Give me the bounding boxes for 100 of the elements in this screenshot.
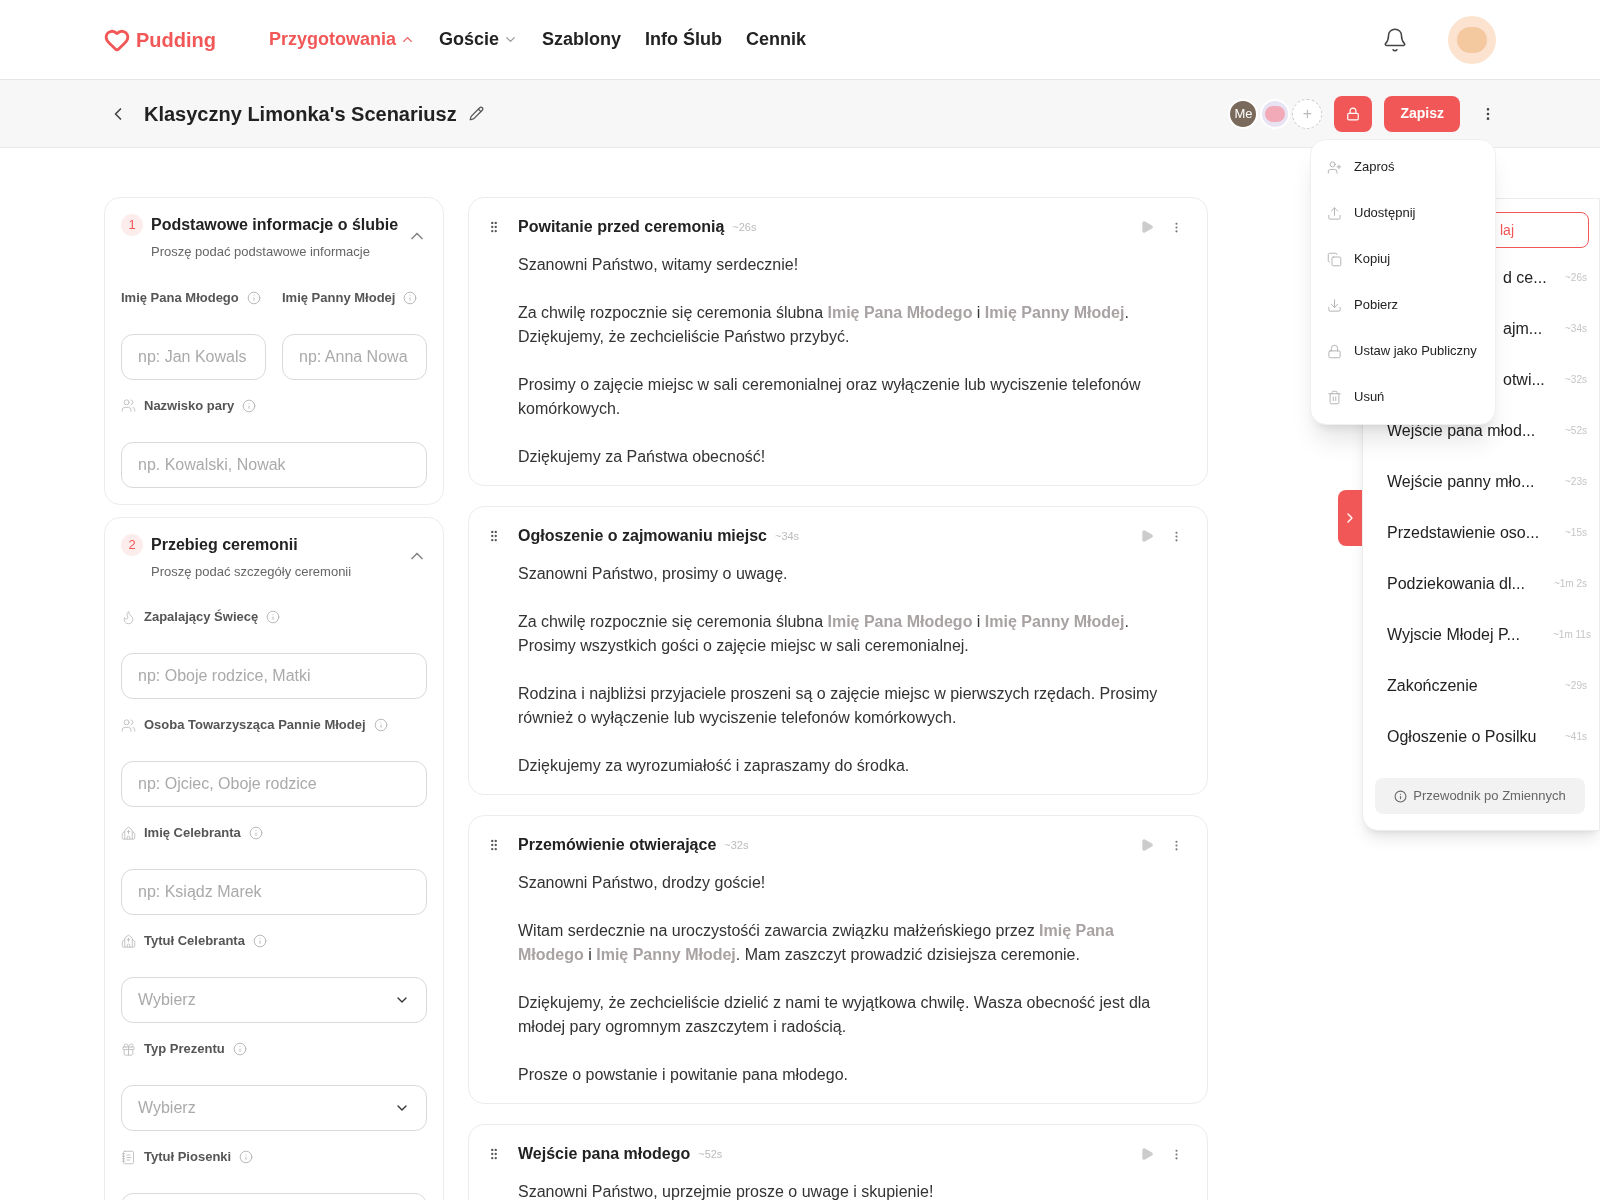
script-paragraph: Dziękujemy za Państwa obecność! bbox=[518, 447, 767, 467]
nav-link[interactable]: Info Ślub bbox=[645, 26, 723, 53]
script-paragraph: Szanowni Państwo, witamy serdecznie! bbox=[518, 255, 800, 275]
outline-item[interactable]: Przedstawienie oso... bbox=[1387, 520, 1545, 545]
duration-label: ~1m 2s bbox=[1553, 577, 1587, 591]
play-icon[interactable] bbox=[1140, 838, 1154, 852]
logo-text: Pudding bbox=[136, 27, 216, 53]
menu-item[interactable]: Zaproś bbox=[1311, 144, 1495, 190]
gift-icon bbox=[121, 1041, 136, 1057]
section-title: Przebieg ceremonii bbox=[151, 534, 299, 555]
field-label: Imię Celebranta bbox=[144, 824, 241, 843]
info-icon[interactable] bbox=[248, 826, 263, 840]
flame-icon bbox=[121, 609, 136, 625]
field-label: Zapalający Świecę bbox=[144, 608, 259, 627]
script-paragraph: Prosimy o zajęcie miejsc w sali ceremonialnej oraz wyłączenie lub wyciszenie telefonów komórkowych. bbox=[518, 375, 1142, 419]
duration-label: ~34s bbox=[774, 528, 800, 544]
nav-link[interactable]: Goście bbox=[439, 26, 519, 53]
collaborator-avatar[interactable]: Me bbox=[1228, 98, 1259, 129]
script-paragraph: Szanowni Państwo, drodzy goście! bbox=[518, 873, 767, 893]
outline-item[interactable]: Ogłoszenie o Posilku bbox=[1387, 724, 1545, 749]
trash-icon bbox=[1327, 389, 1342, 405]
lock-icon bbox=[1346, 106, 1361, 121]
script-paragraph: Szanowni Państwo, uprzejmie prosze o uwage i skupienie! bbox=[518, 1182, 935, 1200]
download-icon bbox=[1327, 297, 1342, 313]
duration-label: ~34s bbox=[1564, 322, 1587, 336]
collaborator-avatar[interactable] bbox=[1260, 98, 1291, 129]
field-label: Typ Prezentu bbox=[144, 1040, 225, 1059]
field-label: Osoba Towarzysząca Pannie Młodej bbox=[144, 716, 366, 735]
script-paragraph: Dziękujemy, że zechcieliście dzielić z nami te wyjątkowa chwilę. Wasza obecność jest dla młodej pary ogromnym zaszczytem i radością. bbox=[518, 993, 1152, 1037]
input-field[interactable]: np: Anna Nowa bbox=[282, 333, 427, 380]
section-heading: Przemówienie otwierające bbox=[518, 835, 717, 855]
play-icon[interactable] bbox=[1140, 1147, 1154, 1161]
duration-label: ~15s bbox=[1564, 526, 1587, 540]
people-icon bbox=[121, 398, 136, 413]
script-paragraph: Witam serdecznie na uroczystośći zawarcia związku małżeńskiego przez Imię Pana Młodego i Imię Panny Młodej. Mam zaszczyt prowadzić dzisiejsza ceremonie. bbox=[518, 921, 1115, 965]
collapse-panel-button[interactable] bbox=[1338, 490, 1362, 546]
info-icon bbox=[1394, 789, 1408, 803]
script-paragraph: Szanowni Państwo, prosimy o uwagę. bbox=[518, 564, 789, 584]
variable-guide-button[interactable]: Przewodnik po Zmiennych bbox=[1375, 778, 1585, 814]
section-heading: Ogłoszenie o zajmowaniu miejsc bbox=[518, 526, 767, 546]
info-icon[interactable] bbox=[403, 290, 418, 305]
field-label: Imię Panny Młodej bbox=[282, 288, 396, 307]
pencil-icon[interactable] bbox=[468, 106, 484, 121]
outline-item[interactable]: Wyjscie Młodej P... bbox=[1387, 622, 1545, 647]
duration-label: ~26s bbox=[1564, 271, 1587, 285]
menu-item[interactable]: Kopiuj bbox=[1311, 236, 1495, 282]
notepad-icon bbox=[121, 1149, 136, 1165]
section-heading: Powitanie przed ceremonią bbox=[518, 217, 725, 237]
nav-link[interactable]: Cennik bbox=[746, 26, 807, 53]
duration-label: ~26s bbox=[732, 219, 757, 235]
duration-label: ~32s bbox=[724, 837, 749, 853]
notification-bell-icon[interactable] bbox=[1382, 26, 1408, 53]
menu-item[interactable]: Ustaw jako Publiczny bbox=[1311, 328, 1495, 374]
info-icon[interactable] bbox=[232, 1042, 247, 1056]
field-label: Tytuł Celebranta bbox=[144, 932, 245, 951]
nav-link[interactable]: Szablony bbox=[542, 26, 622, 53]
step-number: 2 bbox=[121, 533, 143, 556]
outline-item[interactable]: otwi... bbox=[1503, 367, 1545, 392]
church-icon bbox=[121, 933, 136, 949]
input-field[interactable]: np: Ojciec, Oboje rodzice bbox=[121, 761, 427, 807]
script-paragraph: Za chwilę rozpocznie się ceremonia ślubna Imię Pana Młodego i Imię Panny Młodej. Dziękujemy, że zechcieliście Państwo przybyć. bbox=[518, 303, 1130, 347]
outline-item[interactable]: ajm... bbox=[1503, 316, 1545, 341]
section-title: Podstawowe informacje o ślubie bbox=[151, 215, 400, 235]
outline-item[interactable]: Zakończenie bbox=[1387, 673, 1545, 698]
people-icon bbox=[121, 717, 136, 733]
duration-label: ~52s bbox=[1564, 424, 1587, 438]
input-field[interactable]: np: Jan Kowals bbox=[121, 333, 266, 380]
script-paragraph: Rodzina i najbliżsi przyjaciele proszeni są o zajęcie miejsc w pierwszych rzędach. Prosimy również o wyłączenie lub wyciszenie telefonów komórkowych. bbox=[518, 684, 1159, 728]
info-icon[interactable] bbox=[242, 398, 257, 413]
input-field[interactable]: np: Ksiądz Marek bbox=[121, 869, 427, 915]
section-subtitle: Proszę podać szczegóły ceremonii bbox=[151, 562, 353, 581]
field-label: Tytuł Piosenki bbox=[144, 1148, 232, 1167]
info-icon[interactable] bbox=[252, 934, 267, 948]
info-icon[interactable] bbox=[266, 610, 281, 624]
duration-label: ~23s bbox=[1564, 475, 1587, 489]
menu-item[interactable]: Udostępnij bbox=[1311, 190, 1495, 236]
outline-item[interactable]: Podziekowania dl... bbox=[1387, 571, 1545, 596]
script-paragraph: Za chwilę rozpocznie się ceremonia ślubna Imię Pana Młodego i Imię Panny Młodej. Prosimy wszystkich gości o zajęcie miejsc w sali ceremonialnej. bbox=[518, 612, 1130, 656]
info-icon[interactable] bbox=[373, 718, 388, 732]
field-label: Nazwisko pary bbox=[144, 396, 235, 415]
play-icon[interactable] bbox=[1140, 220, 1154, 234]
user-avatar[interactable] bbox=[1448, 15, 1496, 64]
outline-item[interactable]: d ce... bbox=[1503, 265, 1547, 290]
church-icon bbox=[121, 825, 136, 841]
script-title: Klasyczny Limonka's Scenariusz bbox=[144, 101, 457, 127]
play-icon[interactable] bbox=[1140, 529, 1154, 543]
duration-label: ~32s bbox=[1564, 373, 1587, 387]
info-icon[interactable] bbox=[246, 290, 261, 305]
outline-item[interactable]: Wejście panny mło... bbox=[1387, 469, 1545, 494]
duration-label: ~41s bbox=[1564, 730, 1587, 744]
lock-icon bbox=[1327, 343, 1342, 359]
info-icon[interactable] bbox=[239, 1150, 254, 1164]
menu-item[interactable]: Usuń bbox=[1311, 374, 1495, 420]
lock-button[interactable] bbox=[1334, 95, 1373, 132]
menu-item[interactable]: Pobierz bbox=[1311, 282, 1495, 328]
user-plus-icon bbox=[1327, 159, 1342, 175]
field-label: Imię Pana Młodego bbox=[121, 288, 239, 307]
input-field[interactable]: np: Oboje rodzice, Matki bbox=[121, 653, 427, 699]
input-field[interactable]: np. Kowalski, Nowak bbox=[121, 441, 427, 488]
duration-label: ~52s bbox=[698, 1146, 723, 1162]
